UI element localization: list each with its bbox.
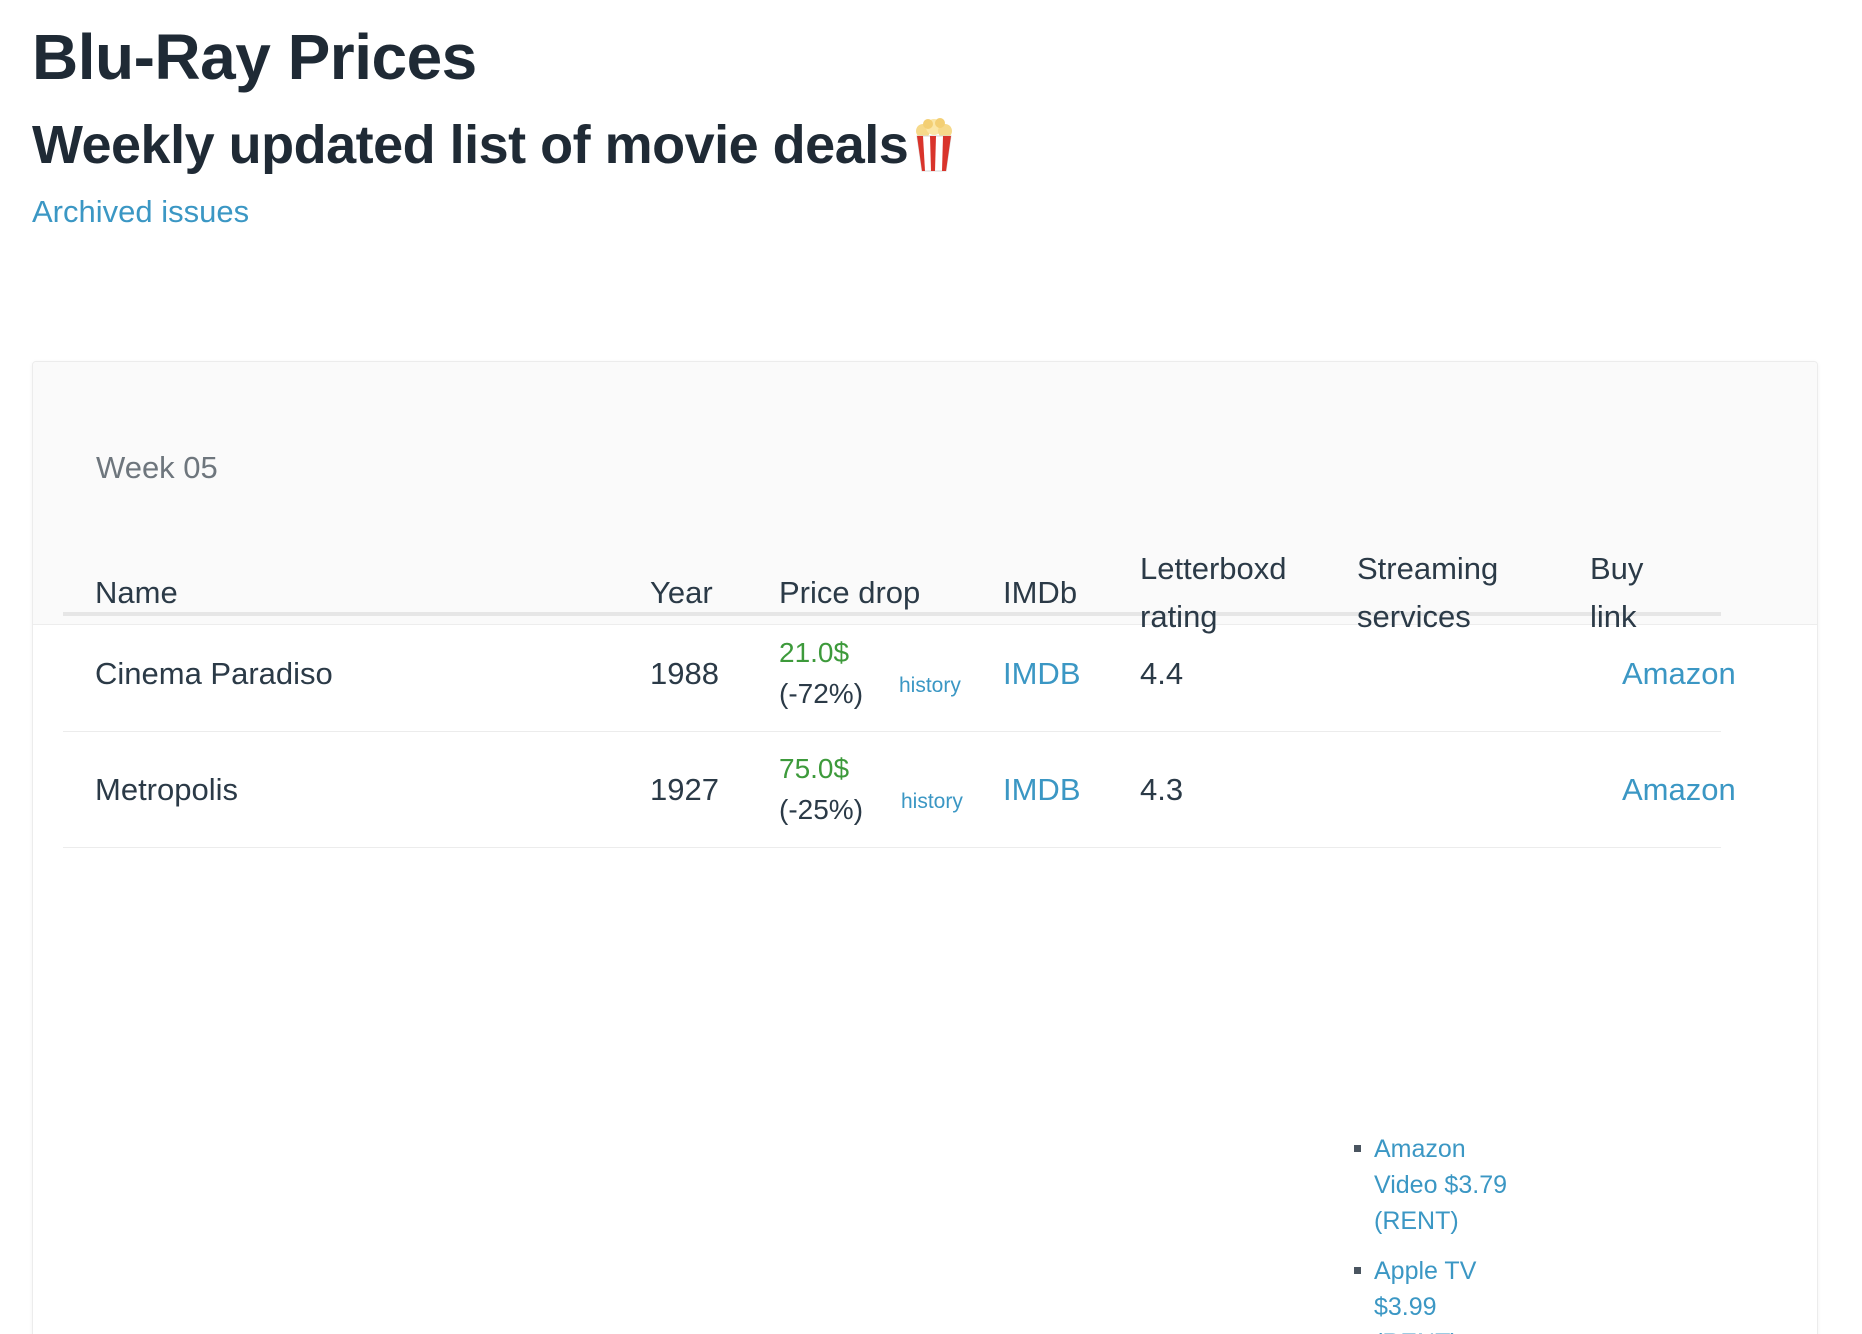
imdb-link[interactable]: IMDB xyxy=(1003,656,1081,692)
table-header-row: Name Year Price drop IMDb Letterboxd rat… xyxy=(63,402,1721,634)
table-row: Cinema Paradiso 1988 21.0$ (-72%) histor… xyxy=(63,616,1736,732)
list-bullet xyxy=(1354,1145,1361,1152)
column-header-year: Year xyxy=(650,575,713,610)
price-drop-percent: (-72%) xyxy=(779,678,864,709)
site-title: Blu-Ray Prices xyxy=(32,21,477,93)
streaming-item-line1: Apple TV xyxy=(1374,1257,1477,1285)
archived-issues-link[interactable]: Archived issues xyxy=(32,194,249,230)
imdb-link[interactable]: IMDB xyxy=(1003,772,1081,808)
column-header-price-drop: Price drop xyxy=(779,575,921,610)
column-header-name: Name xyxy=(95,575,178,610)
price-drop-percent: (-25%) xyxy=(779,794,864,825)
buy-link-amazon[interactable]: Amazon xyxy=(1622,656,1736,692)
deals-table: Name Year Price drop IMDb Letterboxd rat… xyxy=(63,402,1736,848)
movie-name: Cinema Paradiso xyxy=(95,656,333,691)
price-history-link[interactable]: history xyxy=(899,674,961,698)
streaming-item-line3: (RENT) xyxy=(1374,1325,1552,1334)
subtitle-text: Weekly updated list of movie deals xyxy=(32,115,909,175)
column-header-imdb: IMDb xyxy=(1003,575,1078,610)
column-header-buy-line1: Buy xyxy=(1590,551,1644,586)
streaming-item-line2: Video $3.79 xyxy=(1374,1171,1507,1199)
popcorn-icon xyxy=(916,118,953,172)
page: Blu-Ray Prices Weekly updated list of mo… xyxy=(0,0,1862,1334)
price-history-link[interactable]: history xyxy=(901,790,963,814)
column-header-streaming-line1: Streaming xyxy=(1357,551,1499,586)
table-row: Metropolis 1927 75.0$ (-25%) history IMD… xyxy=(63,732,1736,848)
buy-link-amazon[interactable]: Amazon xyxy=(1622,772,1736,808)
movie-name: Metropolis xyxy=(95,772,238,807)
movie-year: 1988 xyxy=(650,656,719,691)
site-subtitle: Weekly updated list of movie deals xyxy=(32,114,956,176)
column-header-letterboxd-line1: Letterboxd xyxy=(1140,551,1287,586)
streaming-services-list: Amazon Video $3.79 (RENT) Apple TV $3.99… xyxy=(1352,1131,1552,1334)
letterboxd-rating: 4.4 xyxy=(1140,656,1184,691)
movie-year: 1927 xyxy=(650,772,719,807)
price-value: 75.0$ xyxy=(779,753,850,784)
letterboxd-rating: 4.3 xyxy=(1140,772,1184,807)
list-bullet xyxy=(1354,1267,1361,1274)
price-value: 21.0$ xyxy=(779,637,850,668)
streaming-item-line3: (RENT) xyxy=(1374,1207,1459,1235)
streaming-item-line1: Amazon xyxy=(1374,1135,1466,1163)
streaming-item-amazon-video[interactable]: Amazon Video $3.79 (RENT) xyxy=(1352,1131,1552,1239)
streaming-item-apple-tv[interactable]: Apple TV $3.99 (RENT) xyxy=(1352,1253,1552,1334)
streaming-item-line2: $3.99 xyxy=(1374,1293,1437,1321)
